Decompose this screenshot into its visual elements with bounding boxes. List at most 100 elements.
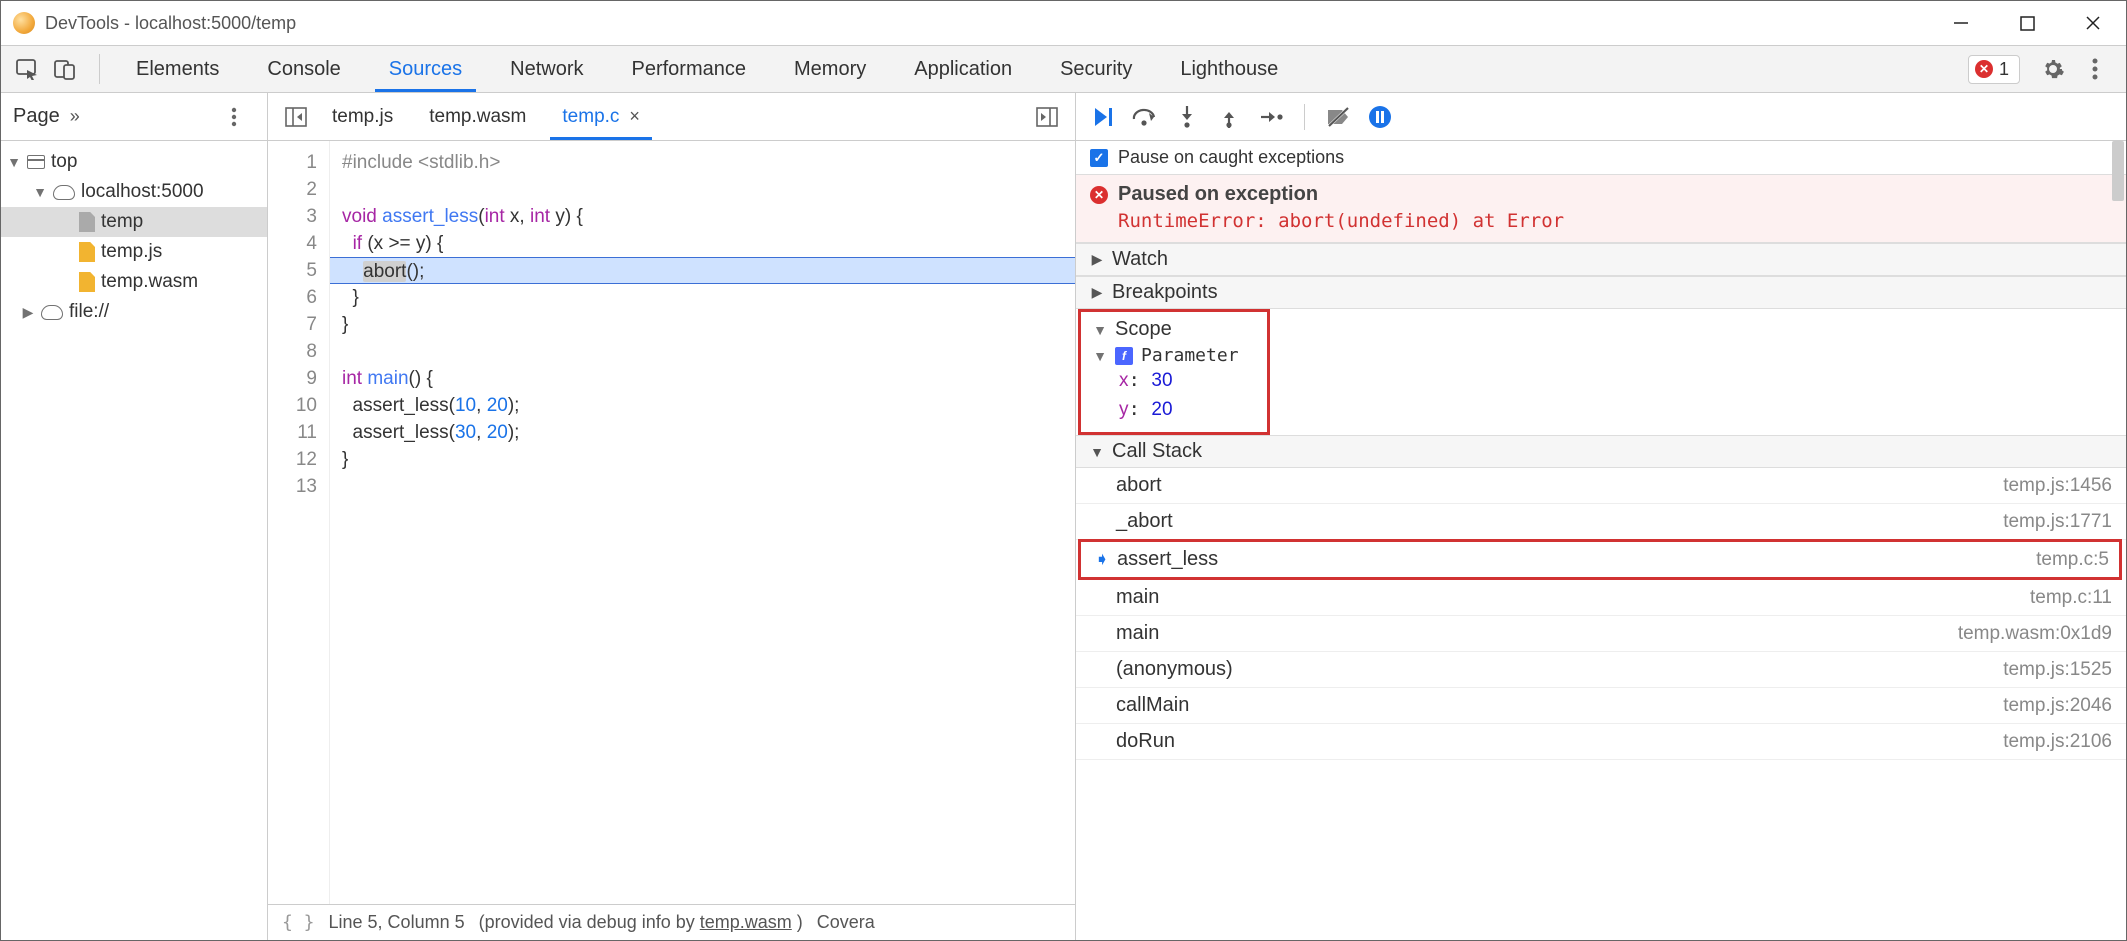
scope-section-header[interactable]: ▼Scope (1083, 316, 1265, 343)
tree-file-label: temp.js (101, 241, 162, 263)
exception-message: RuntimeError: abort(undefined) at Error (1090, 210, 2112, 232)
cursor-position: Line 5, Column 5 (329, 912, 465, 933)
scrollbar-thumb[interactable] (2112, 141, 2124, 201)
code-line[interactable]: assert_less(10, 20); (330, 392, 1075, 419)
code-line[interactable]: } (330, 284, 1075, 311)
step-out-button[interactable] (1214, 102, 1244, 132)
source-tab[interactable]: temp.wasm (411, 93, 544, 140)
call-stack-section-header[interactable]: ▼Call Stack (1076, 435, 2126, 468)
tab-elements[interactable]: Elements (112, 46, 243, 92)
tree-file[interactable]: temp (1, 207, 267, 237)
code-line[interactable]: int main() { (330, 365, 1075, 392)
more-menu-icon[interactable] (2080, 58, 2110, 80)
device-toolbar-icon[interactable] (49, 53, 81, 85)
frame-location[interactable]: temp.js:1771 (2003, 511, 2112, 533)
frame-location[interactable]: temp.js:2106 (2003, 731, 2112, 753)
step-into-button[interactable] (1172, 102, 1202, 132)
scope-variable[interactable]: y: 20 (1093, 395, 1255, 424)
call-stack-frame[interactable]: ➧assert_lesstemp.c:5 (1078, 539, 2122, 580)
navigator-mode-chevron-icon[interactable]: » (70, 106, 80, 127)
code-line[interactable] (330, 338, 1075, 365)
code-line[interactable]: void assert_less(int x, int y) { (330, 203, 1075, 230)
debugger-toolbar (1076, 93, 2126, 141)
tree-top[interactable]: ▼ top (1, 147, 267, 177)
tab-application[interactable]: Application (890, 46, 1036, 92)
code-line[interactable]: abort(); (330, 257, 1075, 284)
source-tab[interactable]: temp.js (314, 93, 411, 140)
resume-button[interactable] (1088, 102, 1118, 132)
code-line[interactable] (330, 473, 1075, 500)
frame-location[interactable]: temp.c:11 (2030, 587, 2112, 609)
scope-group[interactable]: ▼f Parameter (1093, 345, 1255, 366)
call-stack-frame[interactable]: doRuntemp.js:2106 (1076, 724, 2126, 760)
tree-origin[interactable]: ▼ localhost:5000 (1, 177, 267, 207)
devtools-app-icon (13, 12, 35, 34)
call-stack-frame[interactable]: maintemp.wasm:0x1d9 (1076, 616, 2126, 652)
tab-memory[interactable]: Memory (770, 46, 890, 92)
call-stack-frame[interactable]: callMaintemp.js:2046 (1076, 688, 2126, 724)
checkbox-checked-icon[interactable]: ✓ (1090, 149, 1108, 167)
error-count-badge[interactable]: ✕ 1 (1968, 55, 2020, 84)
tree-file-scheme-label: file:// (69, 301, 109, 323)
error-icon: ✕ (1975, 60, 1993, 78)
scope-variable[interactable]: x: 30 (1093, 366, 1255, 395)
frame-location[interactable]: temp.js:1525 (2003, 659, 2112, 681)
exception-banner: ✕ Paused on exception RuntimeError: abor… (1076, 175, 2126, 243)
tab-performance[interactable]: Performance (608, 46, 771, 92)
settings-gear-icon[interactable] (2038, 57, 2068, 81)
tab-network[interactable]: Network (486, 46, 607, 92)
window-maximize-button[interactable] (1994, 1, 2060, 45)
call-stack-frame[interactable]: maintemp.c:11 (1076, 580, 2126, 616)
file-icon (79, 242, 95, 262)
file-icon (79, 272, 95, 292)
pause-on-exceptions-button[interactable] (1365, 102, 1395, 132)
coverage-link[interactable]: Covera (817, 912, 875, 933)
frame-location[interactable]: temp.wasm:0x1d9 (1958, 623, 2112, 645)
debugger-body: ✓ Pause on caught exceptions ✕ Paused on… (1076, 141, 2126, 940)
code-line[interactable]: } (330, 446, 1075, 473)
window-minimize-button[interactable] (1928, 1, 1994, 45)
close-tab-icon[interactable]: × (629, 106, 640, 127)
code-content[interactable]: #include <stdlib.h> void assert_less(int… (330, 141, 1075, 904)
breakpoints-section-header[interactable]: ▶Breakpoints (1076, 276, 2126, 309)
source-tab[interactable]: temp.c× (544, 93, 658, 140)
step-over-button[interactable] (1130, 102, 1160, 132)
frame-location[interactable]: temp.c:5 (2036, 549, 2109, 571)
call-stack-frame[interactable]: aborttemp.js:1456 (1076, 468, 2126, 504)
tree-file-scheme[interactable]: ▶ file:// (1, 297, 267, 327)
window-icon (27, 155, 45, 169)
code-line[interactable]: assert_less(30, 20); (330, 419, 1075, 446)
watch-section-header[interactable]: ▶Watch (1076, 243, 2126, 276)
deactivate-breakpoints-button[interactable] (1323, 102, 1353, 132)
code-line[interactable]: } (330, 311, 1075, 338)
code-line[interactable]: if (x >= y) { (330, 230, 1075, 257)
code-line[interactable]: #include <stdlib.h> (330, 149, 1075, 176)
file-tree: ▼ top ▼ localhost:5000 temp temp.js temp… (1, 141, 267, 333)
tree-origin-label: localhost:5000 (81, 181, 204, 203)
pause-on-caught[interactable]: ✓ Pause on caught exceptions (1076, 141, 2126, 175)
function-badge-icon: f (1115, 347, 1133, 365)
call-stack-frame[interactable]: (anonymous)temp.js:1525 (1076, 652, 2126, 688)
tab-sources[interactable]: Sources (365, 46, 486, 92)
tree-file[interactable]: temp.js (1, 237, 267, 267)
line-number-gutter: 12345678910111213 (268, 141, 330, 904)
frame-location[interactable]: temp.js:1456 (2003, 475, 2112, 497)
tab-security[interactable]: Security (1036, 46, 1156, 92)
frame-location[interactable]: temp.js:2046 (2003, 695, 2112, 717)
code-line[interactable] (330, 176, 1075, 203)
tree-file[interactable]: temp.wasm (1, 267, 267, 297)
tab-lighthouse[interactable]: Lighthouse (1156, 46, 1302, 92)
navigator-mode[interactable]: Page (13, 105, 60, 128)
toggle-debugger-icon[interactable] (1029, 107, 1065, 127)
status-debug-link[interactable]: temp.wasm (700, 912, 792, 933)
inspect-element-icon[interactable] (11, 53, 43, 85)
navigator-more-icon[interactable] (219, 107, 249, 127)
tree-file-label: temp (101, 211, 143, 233)
toggle-navigator-icon[interactable] (278, 107, 314, 127)
code-editor[interactable]: 12345678910111213 #include <stdlib.h> vo… (268, 141, 1075, 904)
call-stack-frame[interactable]: _aborttemp.js:1771 (1076, 504, 2126, 540)
tab-console[interactable]: Console (243, 46, 364, 92)
step-button[interactable] (1256, 102, 1286, 132)
window-close-button[interactable] (2060, 1, 2126, 45)
pretty-print-icon[interactable]: { } (282, 912, 315, 933)
